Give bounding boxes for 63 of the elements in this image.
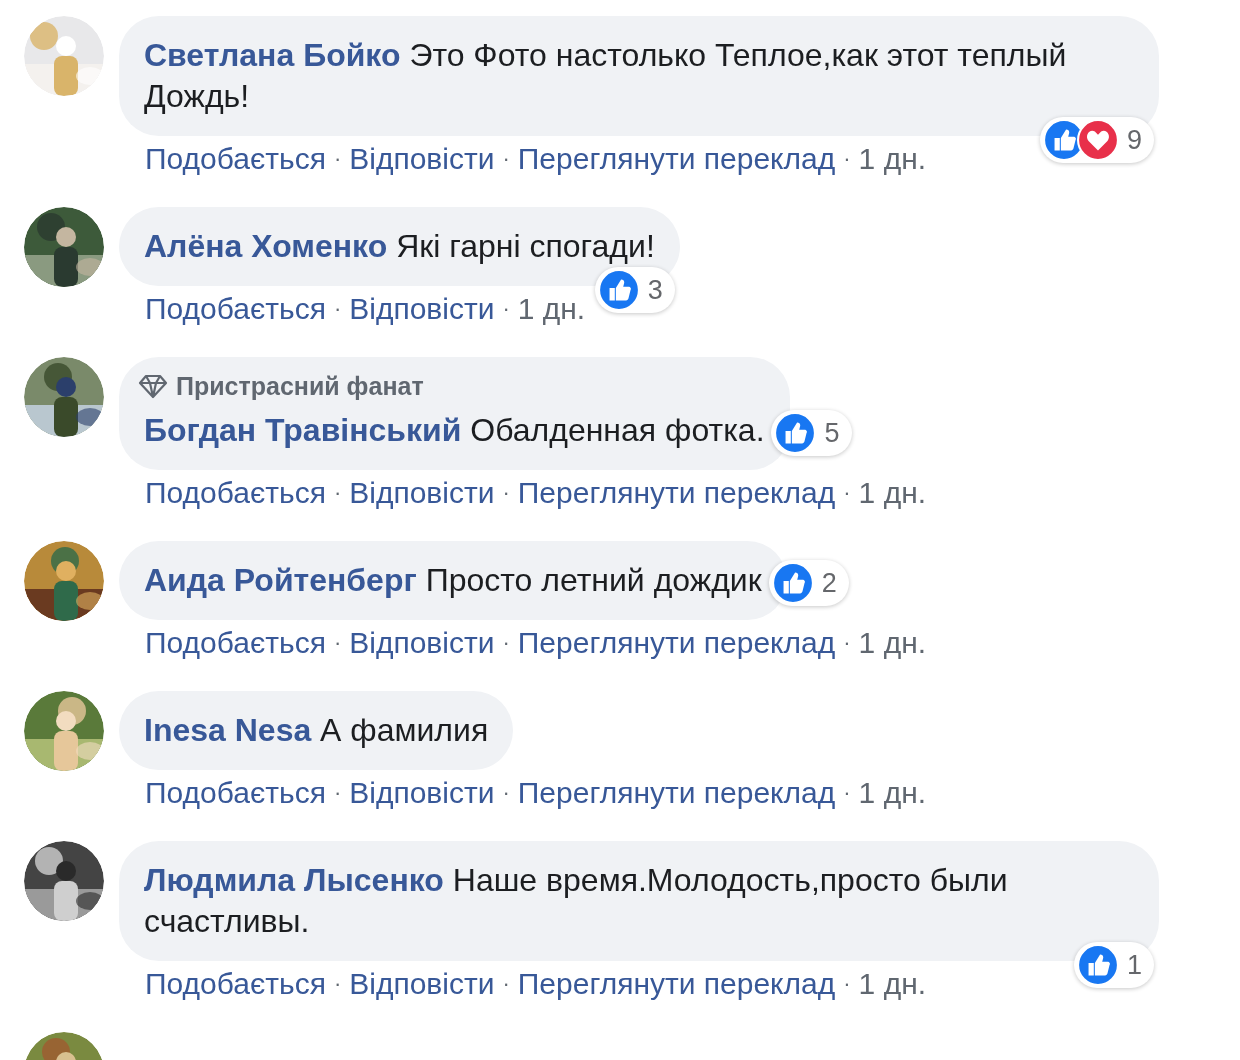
comment-action-link[interactable]: Відповісти [349,623,495,663]
reaction-count-pill[interactable]: 9 [1039,117,1154,163]
separator-dot: · [843,629,851,657]
comment-time[interactable]: 1 дн. [517,289,586,329]
comment-text: Аида Ройтенберг Просто летний дождик [144,562,762,598]
author-link[interactable]: Inesa Nesa [144,712,312,748]
comment-action-link[interactable]: Подобається [145,623,326,663]
comment-action-link[interactable]: Подобається [145,139,326,179]
separator-dot: · [843,479,851,507]
separator-dot: · [333,629,342,657]
comment-time[interactable]: 1 дн. [858,773,927,813]
thumbs-up-icon [771,562,814,604]
thumbs-up-icon [774,412,817,454]
separator-dot: · [502,970,510,998]
comment-action-link[interactable]: Подобається [145,289,326,329]
comment-action-link[interactable]: Подобається [145,773,326,813]
comment-action-link[interactable]: Переглянути переклад [517,139,836,179]
comment-time[interactable]: 1 дн. [858,623,927,663]
fan-badge-label: Пристрасний фанат [176,372,424,400]
comment-text: Светлана Бойко Это Фото настолько Теплое,как этот теплый Дождь! [144,37,1067,114]
author-link[interactable]: Богдан Травінський [144,412,462,448]
comment-text: Людмила Лысенко Наше время.Молодость,просто были счастливы. [144,862,1008,939]
comment-action-link[interactable]: Відповісти [349,964,495,1004]
separator-dot: · [843,970,851,998]
diamond-icon [138,373,168,399]
separator-dot: · [333,779,342,807]
reaction-count-pill[interactable]: 5 [771,410,852,456]
separator-dot: · [333,479,342,507]
separator-dot: · [333,295,342,323]
reaction-count-pill[interactable]: 3 [594,267,675,313]
separator-dot: · [502,779,510,807]
separator-dot: · [502,629,510,657]
comment-action-link[interactable]: Відповісти [349,773,495,813]
comment-action-link[interactable]: Відповісти [349,473,495,513]
comment-action-link[interactable]: Відповісти [349,289,495,329]
author-link[interactable]: Аида Ройтенберг [144,562,417,598]
comment-action-link[interactable]: Переглянути переклад [517,773,836,813]
author-link[interactable]: Людмила Лысенко [144,862,444,898]
separator-dot: · [333,145,342,173]
comment-text: Алёна Хоменко Які гарні спогади! [144,228,655,264]
author-link[interactable]: Алёна Хоменко [144,228,388,264]
comment-time[interactable]: 1 дн. [858,473,927,513]
comment-action-link[interactable]: Подобається [145,964,326,1004]
separator-dot: · [843,145,851,173]
comment-action-link[interactable]: Відповісти [349,139,495,179]
reaction-count-pill[interactable]: 1 [1073,942,1154,988]
comment-text: Богдан Травінський Обалденная фотка. [144,412,765,448]
separator-dot: · [502,479,510,507]
reaction-count-pill[interactable]: 2 [768,560,849,606]
comment-time[interactable]: 1 дн. [858,964,927,1004]
thumbs-up-icon [597,269,640,311]
comment-action-link[interactable]: Переглянути переклад [517,964,836,1004]
separator-dot: · [502,295,510,323]
thumbs-up-icon [1076,944,1119,986]
comment-action-link[interactable]: Переглянути переклад [517,623,836,663]
separator-dot: · [502,145,510,173]
separator-dot: · [843,779,851,807]
comment-action-link[interactable]: Переглянути переклад [517,473,836,513]
comment-text: Inesa Nesa А фамилия [144,712,489,748]
separator-dot: · [333,970,342,998]
comment-time[interactable]: 1 дн. [858,139,927,179]
comment-action-link[interactable]: Подобається [145,473,326,513]
author-link[interactable]: Светлана Бойко [144,37,401,73]
